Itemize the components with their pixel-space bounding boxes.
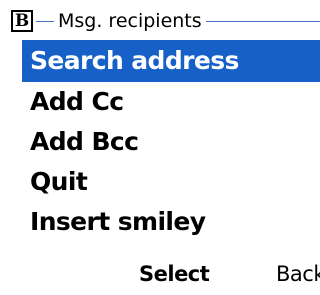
menu-item-add-bcc[interactable]: Add Bcc <box>22 122 320 162</box>
back-softkey[interactable]: Back <box>276 258 320 290</box>
select-softkey[interactable]: Select <box>139 258 210 290</box>
softkey-bar: Select Back <box>0 258 320 290</box>
b-app-icon: B <box>11 10 33 32</box>
menu-item-search-address[interactable]: Search address <box>22 40 320 82</box>
page-title: Msg. recipients <box>54 8 206 34</box>
options-menu: Search address Add Cc Add Bcc Quit Inser… <box>22 40 320 242</box>
menu-item-insert-smiley[interactable]: Insert smiley <box>22 202 320 242</box>
title-bar: B Msg. recipients <box>10 6 320 38</box>
menu-item-add-cc[interactable]: Add Cc <box>22 82 320 122</box>
menu-item-quit[interactable]: Quit <box>22 162 320 202</box>
phone-screen: B Msg. recipients Search address Add Cc … <box>0 0 320 295</box>
